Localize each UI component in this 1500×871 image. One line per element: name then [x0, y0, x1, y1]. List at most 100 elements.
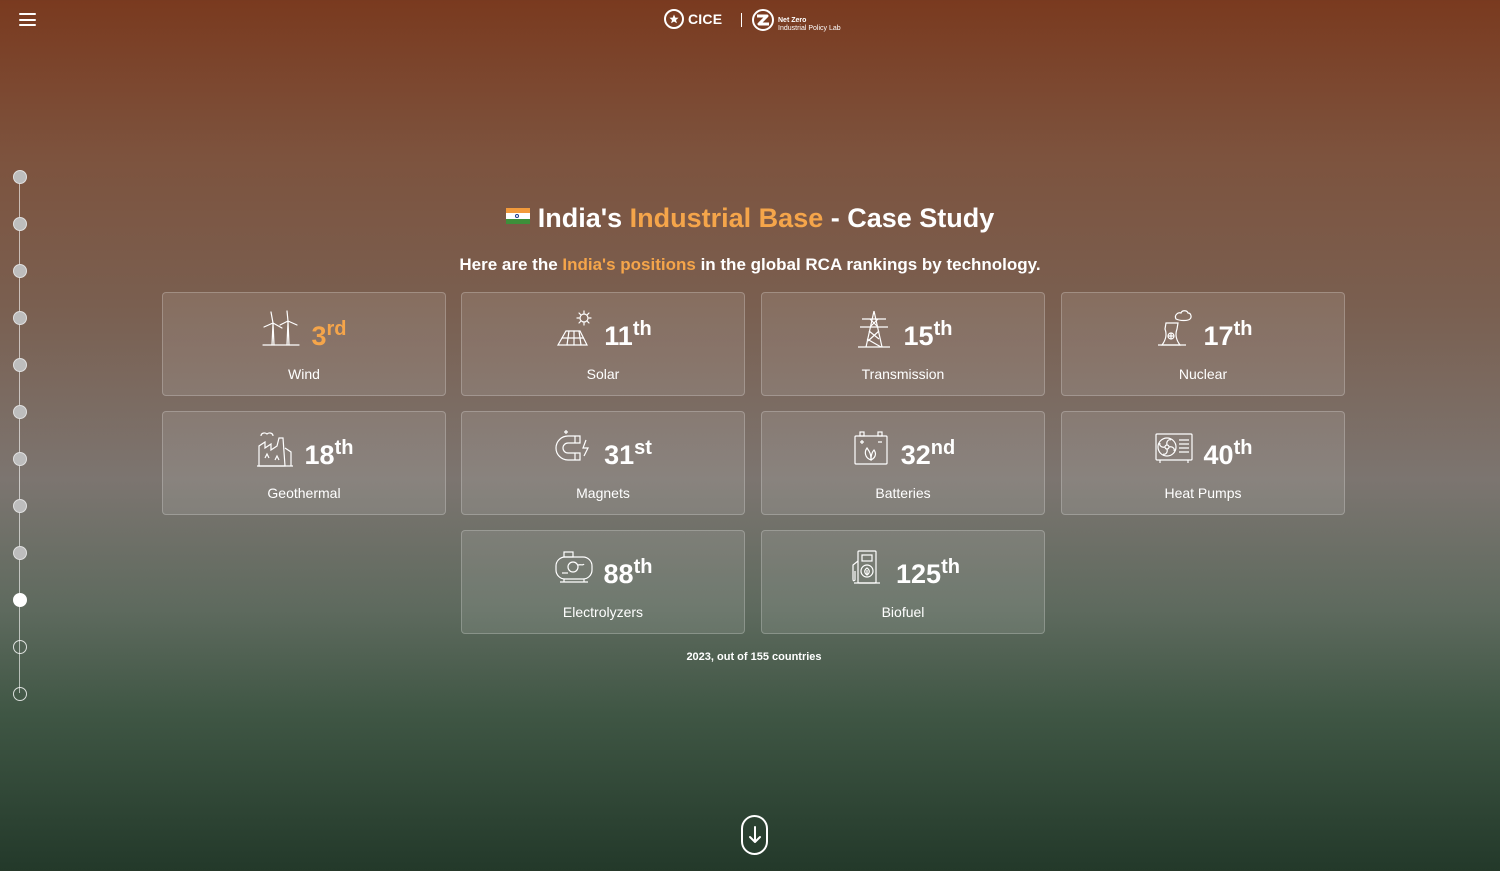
rank-value: 15th: [903, 319, 953, 351]
rank-ordinal-suffix: th: [334, 437, 354, 459]
ranking-card-header: 3rd: [163, 309, 445, 350]
header: CICE Net Zero Industrial Policy Lab: [0, 5, 1500, 35]
ranking-card-geothermal[interactable]: 18th Geothermal: [162, 411, 446, 515]
cice-logo-text: CICE: [688, 11, 723, 27]
logo-divider: [741, 13, 742, 27]
netzero-logo-subtitle: Industrial Policy Lab: [778, 25, 841, 32]
ranking-card-header: 31st: [462, 428, 744, 469]
electrolyzer-icon: [554, 547, 594, 587]
rank-number: 40: [1203, 440, 1234, 470]
rank-number: 15: [903, 321, 934, 351]
rank-ordinal-suffix: th: [1233, 318, 1253, 340]
rank-ordinal-suffix: th: [941, 556, 960, 578]
technology-label: Solar: [586, 366, 620, 382]
india-flag-icon: [505, 208, 530, 224]
subtitle-highlight: India's positions: [562, 255, 696, 274]
page-subtitle: Here are the India's positions in the gl…: [0, 255, 1500, 275]
rank-number: 88: [603, 559, 634, 589]
rank-number: 125: [896, 559, 942, 589]
rank-number: 3: [311, 321, 327, 351]
heat-pump-icon: [1154, 428, 1194, 468]
title-prefix: India's: [537, 203, 630, 233]
ranking-card-magnets[interactable]: 31st Magnets: [461, 411, 745, 515]
geothermal-plant-icon: [255, 428, 295, 468]
technology-label: Heat Pumps: [1164, 485, 1242, 501]
ranking-card-header: 15th: [762, 309, 1044, 350]
progress-dot-5[interactable]: [13, 358, 27, 372]
rank-value: 18th: [304, 438, 354, 470]
rank-number: 17: [1203, 321, 1234, 351]
progress-dot-7[interactable]: [13, 452, 27, 466]
progress-dot-1[interactable]: [13, 170, 27, 184]
technology-label: Biofuel: [881, 604, 925, 620]
progress-dot-4[interactable]: [13, 311, 27, 325]
title-suffix: - Case Study: [823, 203, 995, 233]
magnet-icon: [554, 428, 594, 468]
rank-value: 3rd: [311, 319, 346, 351]
progress-dot-12[interactable]: [13, 687, 27, 701]
technology-label: Geothermal: [267, 485, 341, 501]
scroll-down-button[interactable]: [741, 815, 768, 855]
title-highlight: Industrial Base: [629, 203, 824, 233]
rank-value: 11th: [604, 319, 651, 351]
rank-number: 31: [604, 440, 635, 470]
ranking-card-header: 40th: [1062, 428, 1344, 469]
ranking-card-heat-pumps[interactable]: 40th Heat Pumps: [1061, 411, 1345, 515]
netzero-emblem-icon: [752, 9, 774, 31]
subtitle-suffix: in the global RCA rankings by technology…: [695, 255, 1041, 274]
rank-ordinal-suffix: th: [633, 556, 653, 578]
cice-emblem-icon: [664, 9, 684, 29]
ranking-card-header: 11th: [462, 309, 744, 350]
ranking-card-header: 32nd: [762, 428, 1044, 469]
rank-value: 32nd: [900, 438, 955, 470]
page-title: India's Industrial Base - Case Study: [0, 203, 1500, 234]
rank-value: 125th: [896, 557, 960, 589]
ranking-card-header: 125th: [762, 547, 1044, 588]
rank-number: 18: [304, 440, 335, 470]
ranking-card-solar[interactable]: 11th Solar: [461, 292, 745, 396]
ranking-card-transmission[interactable]: 15th Transmission: [761, 292, 1045, 396]
rank-ordinal-suffix: th: [1233, 437, 1253, 459]
nuclear-plant-icon: [1154, 309, 1194, 349]
ranking-card-header: 88th: [462, 547, 744, 588]
rank-ordinal-suffix: rd: [326, 318, 347, 340]
ranking-card-nuclear[interactable]: 17th Nuclear: [1061, 292, 1345, 396]
progress-dot-9[interactable]: [13, 546, 27, 560]
solar-panel-icon: [554, 309, 594, 349]
rank-number: 32: [900, 440, 931, 470]
progress-dot-10[interactable]: [13, 593, 27, 607]
transmission-tower-icon: [854, 309, 894, 349]
ranking-card-biofuel[interactable]: 125th Biofuel: [761, 530, 1045, 634]
rank-value: 40th: [1203, 438, 1253, 470]
ranking-card-header: 17th: [1062, 309, 1344, 350]
technology-label: Batteries: [875, 485, 931, 501]
technology-label: Electrolyzers: [562, 604, 644, 620]
arrow-down-icon: [748, 826, 761, 843]
netzero-logo[interactable]: Net Zero Industrial Policy Lab: [752, 7, 841, 33]
progress-dot-8[interactable]: [13, 499, 27, 513]
footnote: 2023, out of 155 countries: [686, 651, 822, 663]
ranking-card-wind[interactable]: 3rd Wind: [162, 292, 446, 396]
cice-logo[interactable]: CICE: [664, 9, 722, 29]
rank-ordinal-suffix: nd: [930, 437, 956, 459]
rank-value: 88th: [603, 557, 653, 589]
wind-turbine-icon: [261, 309, 301, 349]
subtitle-prefix: Here are the: [459, 255, 563, 274]
section-progress-nav: [13, 170, 27, 701]
battery-icon: [851, 428, 891, 468]
rank-value: 17th: [1203, 319, 1253, 351]
technology-label: Magnets: [576, 485, 630, 501]
rank-ordinal-suffix: th: [632, 318, 652, 340]
progress-dot-6[interactable]: [13, 405, 27, 419]
ranking-card-batteries[interactable]: 32nd Batteries: [761, 411, 1045, 515]
rank-ordinal-suffix: st: [634, 437, 652, 459]
rank-value: 31st: [604, 438, 652, 470]
rank-number: 11: [604, 321, 633, 351]
netzero-logo-title: Net Zero: [778, 17, 807, 24]
biofuel-pump-icon: [846, 547, 886, 587]
ranking-card-electrolyzers[interactable]: 88th Electrolyzers: [461, 530, 745, 634]
ranking-card-header: 18th: [163, 428, 445, 469]
technology-label: Wind: [288, 366, 320, 382]
technology-label: Nuclear: [1178, 366, 1228, 382]
technology-label: Transmission: [861, 366, 945, 382]
